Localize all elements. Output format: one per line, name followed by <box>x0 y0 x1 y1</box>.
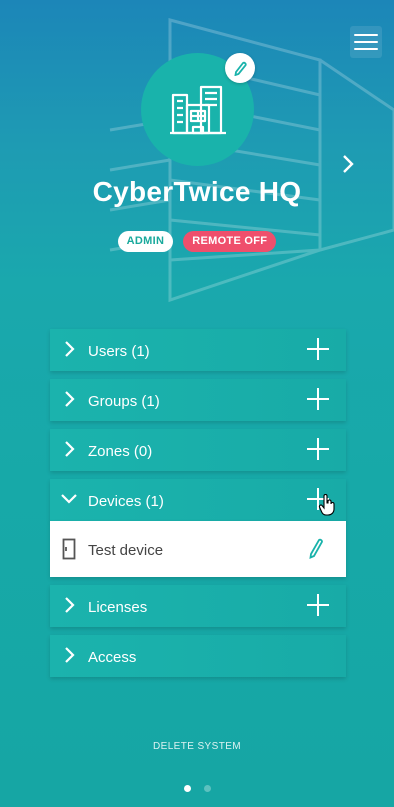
remote-status-badge: REMOTE OFF <box>183 231 277 252</box>
section-label: Zones (0) <box>88 443 153 460</box>
chevron-right-icon <box>65 441 75 457</box>
add-license-button[interactable] <box>306 593 330 617</box>
section-access[interactable]: Access <box>50 635 346 677</box>
pencil-icon <box>234 61 247 76</box>
menu-button[interactable] <box>350 26 382 58</box>
chevron-right-icon <box>65 341 75 357</box>
chevron-down-icon <box>61 494 77 504</box>
door-icon <box>62 538 76 560</box>
menu-icon <box>354 34 378 36</box>
admin-badge: ADMIN <box>117 231 174 252</box>
section-label: Groups (1) <box>88 393 160 410</box>
section-label: Access <box>88 649 137 666</box>
building-icon <box>169 85 226 134</box>
edit-device-pencil-icon[interactable] <box>307 537 325 559</box>
section-label: Users (1) <box>88 343 150 360</box>
page-dot[interactable] <box>203 785 211 792</box>
add-user-button[interactable] <box>306 337 330 361</box>
chevron-right-icon <box>65 391 75 407</box>
chevron-right-icon <box>65 647 75 663</box>
chevron-right-icon <box>65 597 75 613</box>
device-label: Test device <box>88 542 164 559</box>
section-label: Licenses <box>88 599 148 616</box>
section-zones[interactable]: Zones (0) <box>50 429 346 471</box>
section-groups[interactable]: Groups (1) <box>50 379 346 421</box>
edit-system-button[interactable] <box>225 53 255 83</box>
system-title: CyberTwice HQ <box>92 176 302 207</box>
device-list-item[interactable]: Test device <box>50 521 346 577</box>
hand-cursor-icon <box>318 494 335 516</box>
delete-system-link[interactable]: DELETE SYSTEM <box>0 741 394 752</box>
section-users[interactable]: Users (1) <box>50 329 346 371</box>
system-sections: Users (1) Groups (1) Zones (0) Devices (… <box>50 329 346 685</box>
next-system-arrow[interactable] <box>338 152 358 176</box>
add-group-button[interactable] <box>306 387 330 411</box>
section-licenses[interactable]: Licenses <box>50 585 346 627</box>
section-label: Devices (1) <box>88 493 164 510</box>
page-indicator <box>0 785 394 792</box>
status-badges: ADMIN REMOTE OFF <box>0 231 394 252</box>
add-zone-button[interactable] <box>306 437 330 461</box>
page-dot-active[interactable] <box>183 785 191 792</box>
section-devices[interactable]: Devices (1) <box>50 479 346 521</box>
